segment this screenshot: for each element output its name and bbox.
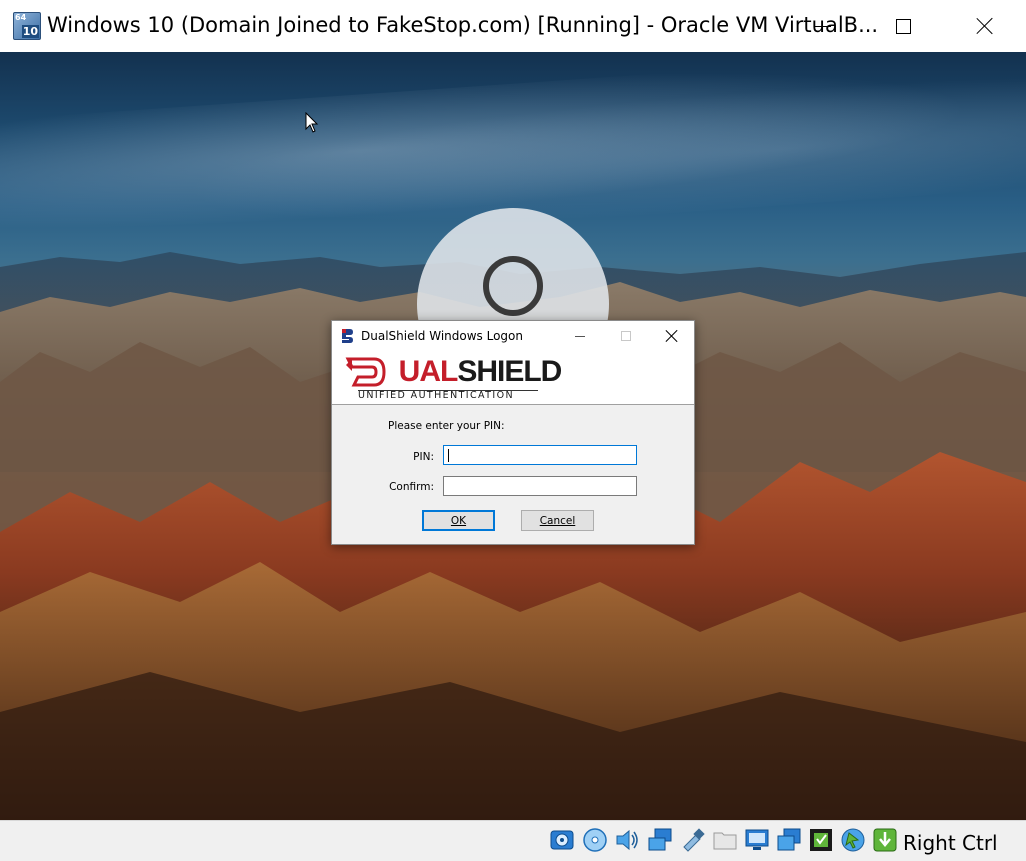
network-icon[interactable] [647,827,673,853]
display-icon[interactable] [744,827,770,853]
window-titlebar: 64 10 Windows 10 (Domain Joined to FakeS… [0,0,1026,52]
confirm-label: Confirm: [389,481,434,493]
confirm-pin-input[interactable] [443,476,637,496]
icon-badge-10: 10 [21,25,39,38]
dialog-title: DualShield Windows Logon [361,329,523,343]
host-key-label: Right Ctrl [903,831,998,855]
audio-icon[interactable] [614,827,640,853]
dualshield-app-icon [342,329,353,343]
minimize-button[interactable] [793,0,853,52]
virtualbox-statusbar: Right Ctrl [0,820,1026,861]
virtualbox-vm-icon: 64 10 [13,12,41,40]
minimize-icon [815,25,831,27]
maximize-icon [621,331,631,341]
keyboard-icon[interactable] [872,827,898,853]
usb-icon[interactable] [680,827,706,853]
avatar-head [483,256,543,316]
logo-word-ual: UAL [398,355,459,388]
logo-tagline: UNIFIED AUTHENTICATION [358,390,538,401]
close-button[interactable] [955,0,1015,52]
close-icon [665,330,677,342]
shared-folders-icon[interactable] [712,827,738,853]
pin-input[interactable] [443,445,637,465]
minimize-icon [575,335,585,337]
mouse-cursor-icon [305,112,319,133]
dualshield-banner: DUALSHIELD UNIFIED AUTHENTICATION [332,351,694,404]
recording-icon[interactable] [808,827,834,853]
mouse-integration-icon[interactable] [840,827,866,853]
maximize-icon [895,18,911,34]
hard-disk-icon[interactable] [549,827,575,853]
window-title: Windows 10 (Domain Joined to FakeStop.co… [47,13,879,37]
dualshield-logon-dialog: DualShield Windows Logon DUALSHIELD UNIF… [331,320,695,545]
dialog-close-button[interactable] [648,321,694,351]
pin-prompt: Please enter your PIN: [388,420,505,432]
dialog-titlebar: DualShield Windows Logon [332,321,694,351]
icon-badge-64: 64 [15,13,27,22]
screen-capture-icon[interactable] [776,827,802,853]
text-caret [448,449,449,462]
dialog-minimize-button[interactable] [557,321,603,351]
logo-word-shield: SHIELD [457,355,562,388]
maximize-button[interactable] [873,0,933,52]
ok-button[interactable]: OK [422,510,495,531]
banner-divider [332,404,694,405]
dialog-maximize-button [603,321,649,351]
dualshield-logo-text: DUALSHIELD [378,355,563,389]
cancel-button[interactable]: Cancel [521,510,594,531]
pin-label: PIN: [413,451,434,463]
close-icon [976,17,994,35]
optical-drive-icon[interactable] [582,827,608,853]
